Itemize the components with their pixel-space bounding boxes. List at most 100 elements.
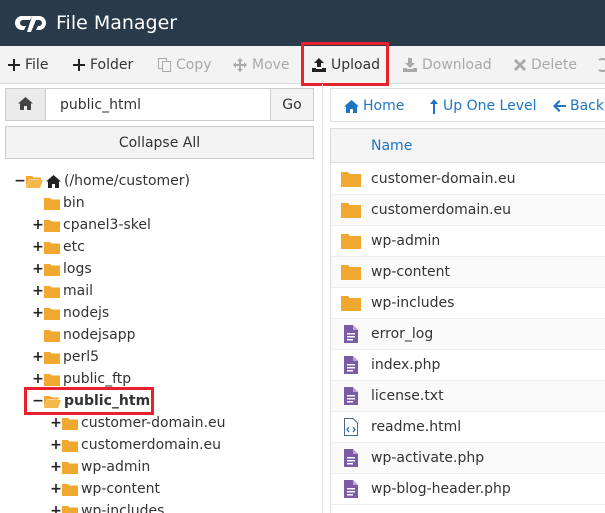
nav-bar: Home Up One Level Back (330, 88, 605, 122)
table-row[interactable]: wp-includes (331, 288, 605, 319)
level-up-icon (429, 98, 439, 114)
file-icon (331, 356, 371, 374)
folder-icon (44, 307, 60, 320)
folder-icon (44, 373, 60, 386)
tree-item-nodejs[interactable]: + nodejs (32, 302, 109, 324)
file-icon (331, 480, 371, 498)
folder-icon (331, 202, 371, 218)
expand-toggle[interactable]: + (32, 371, 44, 387)
download-button[interactable]: Download (403, 46, 492, 84)
table-row[interactable]: index.php (331, 350, 605, 381)
file-name: license.txt (371, 388, 444, 404)
public-html-highlight (24, 387, 154, 415)
new-file-button[interactable]: File (8, 46, 48, 84)
restore-icon[interactable] (597, 46, 605, 84)
folder-icon (331, 264, 371, 280)
file-name: wp-content (371, 264, 450, 280)
back-button[interactable]: Back (553, 89, 604, 123)
copy-icon (158, 58, 171, 72)
file-name: customerdomain.eu (371, 202, 512, 218)
pane-divider[interactable] (322, 84, 323, 513)
path-input[interactable] (46, 89, 270, 120)
app-header: File Manager (0, 0, 605, 46)
collapse-all-button[interactable]: Collapse All (5, 126, 314, 159)
tree-item-perl5[interactable]: + perl5 (32, 346, 99, 368)
go-button[interactable]: Go (270, 89, 313, 120)
folder-icon (44, 219, 60, 232)
tree-item-customer-domain-eu[interactable]: + customer-domain.eu (50, 412, 225, 434)
file-icon (331, 325, 371, 343)
file-name: wp-admin (371, 233, 441, 249)
expand-toggle[interactable]: + (32, 349, 44, 365)
table-row[interactable]: wp-blog-header.php (331, 474, 605, 505)
folder-icon (62, 439, 78, 452)
expand-toggle[interactable]: + (50, 437, 62, 453)
tree-item-nodejsapp[interactable]: nodejsapp (44, 324, 135, 346)
copy-button[interactable]: Copy (158, 46, 212, 84)
file-name: wp-activate.php (371, 450, 485, 466)
home-icon (46, 174, 61, 188)
folder-icon (44, 197, 60, 210)
home-icon (18, 95, 33, 114)
folder-icon (331, 233, 371, 249)
table-row[interactable]: error_log (331, 319, 605, 350)
tree-item-wp-includes[interactable]: + wp-includes (50, 500, 164, 513)
tree-item-cpanel3-skel[interactable]: + cpanel3-skel (32, 214, 151, 236)
plus-icon (8, 59, 20, 71)
table-row[interactable]: readme.html (331, 412, 605, 443)
folder-icon (331, 295, 371, 311)
name-column-header[interactable]: Name (371, 138, 412, 154)
folder-icon (62, 505, 78, 513)
file-icon (331, 449, 371, 467)
expand-toggle[interactable]: + (50, 481, 62, 497)
home-icon (344, 99, 359, 113)
tree-item-etc[interactable]: + etc (32, 236, 85, 258)
table-row[interactable]: wp-admin (331, 226, 605, 257)
folder-tree: − (/home/customer) bin + cpanel3-skel + … (0, 169, 322, 513)
collapse-toggle[interactable]: − (14, 173, 26, 189)
new-folder-button[interactable]: Folder (73, 46, 133, 84)
tree-item-wp-admin[interactable]: + wp-admin (50, 456, 150, 478)
table-row[interactable]: wp-activate.php (331, 443, 605, 474)
tree-item-customerdomain-eu[interactable]: + customerdomain.eu (50, 434, 221, 456)
expand-toggle[interactable]: + (32, 305, 44, 321)
plus-icon (73, 59, 85, 71)
expand-toggle[interactable]: + (32, 283, 44, 299)
folder-icon (44, 351, 60, 364)
file-name: error_log (371, 326, 434, 342)
folder-icon (44, 329, 60, 342)
tree-item-bin[interactable]: bin (44, 192, 85, 214)
tree-item-logs[interactable]: + logs (32, 258, 92, 280)
folder-icon (62, 417, 78, 430)
table-row[interactable]: customer-domain.eu (331, 164, 605, 195)
up-one-level-button[interactable]: Up One Level (429, 89, 537, 123)
home-nav-button[interactable]: Home (344, 89, 404, 123)
file-name: customer-domain.eu (371, 171, 516, 187)
upload-highlight (301, 42, 389, 86)
expand-toggle[interactable]: + (32, 217, 44, 233)
expand-toggle[interactable]: + (32, 261, 44, 277)
app-title: File Manager (56, 12, 178, 34)
cpanel-logo[interactable] (14, 11, 48, 35)
download-icon (403, 58, 417, 72)
expand-toggle[interactable]: + (50, 459, 62, 475)
table-row[interactable]: wp-content (331, 257, 605, 288)
home-path-button[interactable] (6, 89, 46, 120)
arrow-left-icon (553, 100, 566, 112)
folder-icon (44, 263, 60, 276)
expand-toggle[interactable]: + (50, 503, 62, 513)
folder-icon (44, 285, 60, 298)
folder-icon (62, 461, 78, 474)
expand-toggle[interactable]: + (50, 415, 62, 431)
move-button[interactable]: Move (233, 46, 290, 84)
tree-item-root[interactable]: − (/home/customer) (14, 170, 190, 192)
folder-icon (62, 483, 78, 496)
tree-item-wp-content[interactable]: + wp-content (50, 478, 160, 500)
file-name: wp-includes (371, 295, 455, 311)
delete-button[interactable]: Delete (514, 46, 577, 84)
table-row[interactable]: license.txt (331, 381, 605, 412)
close-icon (514, 59, 526, 71)
tree-item-mail[interactable]: + mail (32, 280, 93, 302)
table-row[interactable]: customerdomain.eu (331, 195, 605, 226)
expand-toggle[interactable]: + (32, 239, 44, 255)
